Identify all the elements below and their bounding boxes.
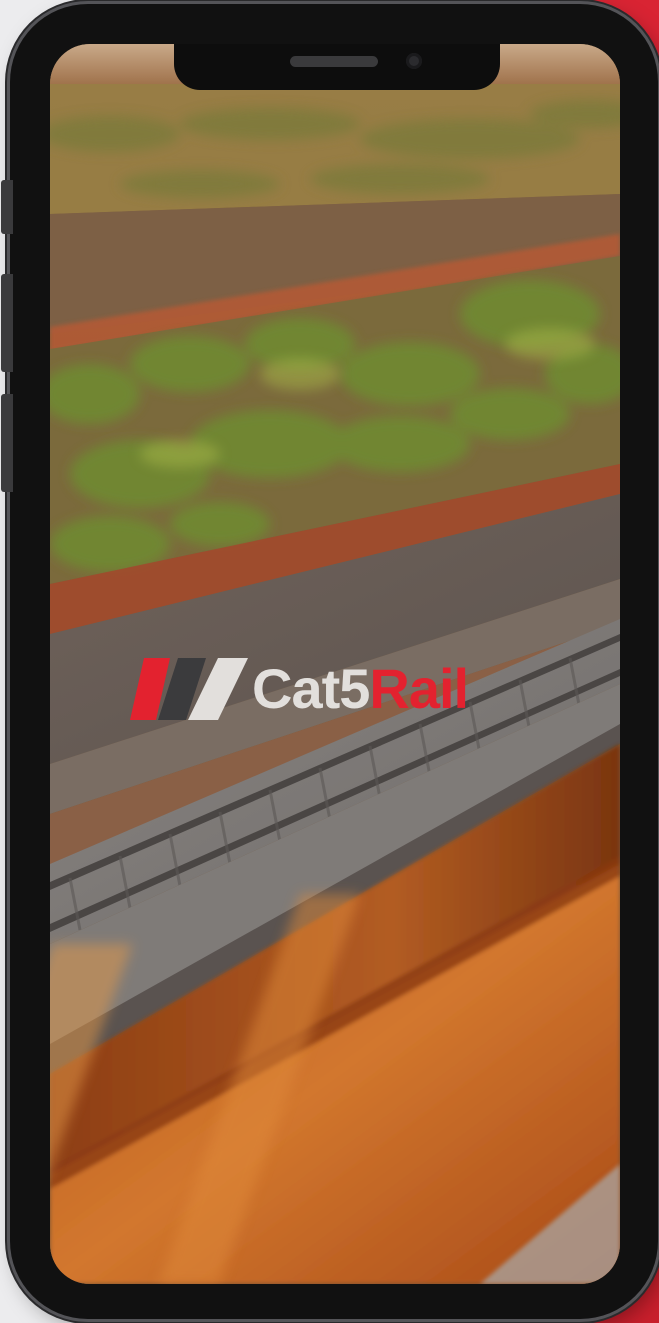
brand-name-cat5: Cat5 bbox=[252, 657, 370, 720]
brand-wordmark: Cat5Rail bbox=[252, 661, 469, 717]
earpiece-speaker-icon bbox=[290, 56, 378, 67]
volume-up-button bbox=[1, 274, 13, 372]
volume-down-button bbox=[1, 394, 13, 492]
brand-name-rail: Rail bbox=[369, 657, 469, 720]
phone-notch bbox=[174, 44, 500, 90]
cat5rail-parallelograms-icon bbox=[130, 658, 248, 720]
splash-stage: Cat5Rail bbox=[0, 0, 659, 1323]
front-camera-icon bbox=[406, 53, 422, 69]
splash-screen[interactable]: Cat5Rail bbox=[50, 44, 620, 1284]
cat5rail-logo: Cat5Rail bbox=[130, 654, 530, 724]
phone-frame: Cat5Rail bbox=[1, 4, 658, 1319]
mute-switch bbox=[1, 180, 13, 234]
